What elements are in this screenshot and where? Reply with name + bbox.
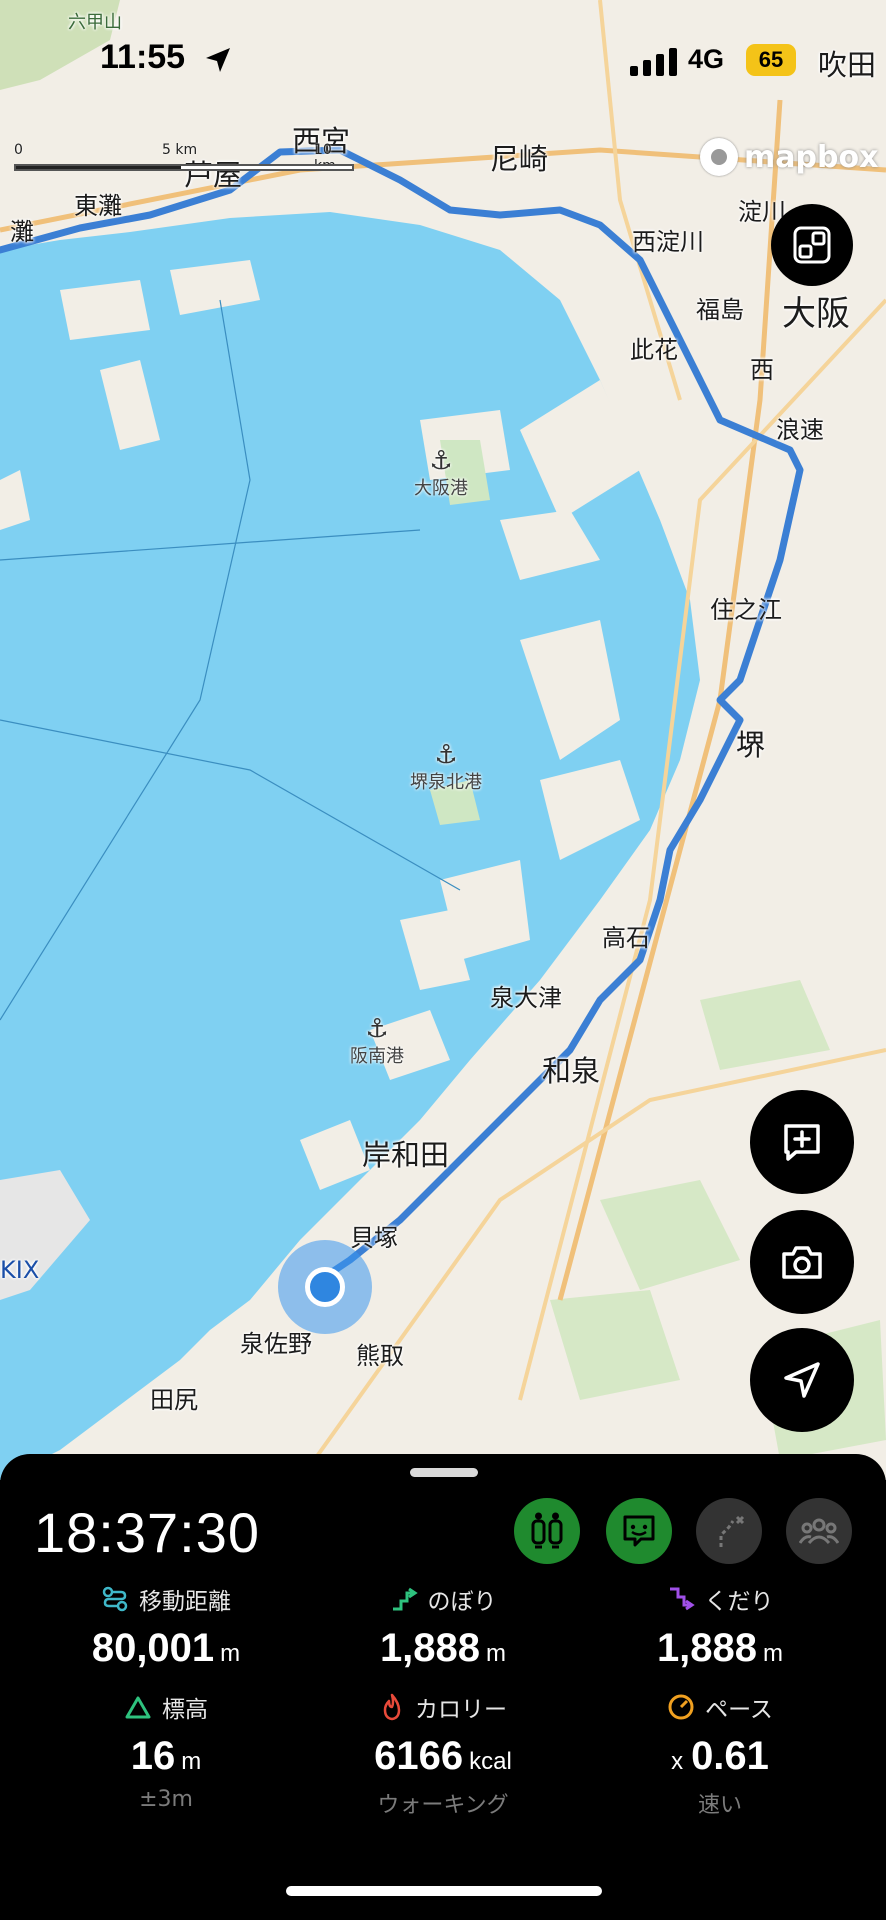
stat-label: のぼり — [427, 1589, 497, 1615]
add-memo-button[interactable] — [750, 1090, 854, 1194]
stat-unit: kcal — [469, 1748, 512, 1775]
map-view[interactable]: 六甲山 灘 東灘 芦屋 西宮 尼崎 吹田 淀川 西淀川 福島 大阪 此花 西 浪… — [0, 0, 886, 1480]
place-label: 泉大津 — [490, 984, 562, 1012]
place-label: 岸和田 — [362, 1138, 450, 1172]
stat-accuracy: ±3m — [139, 1787, 193, 1812]
stat-value: 6166 — [374, 1734, 464, 1778]
stat-elevation: 標高 16 m ±3m — [36, 1690, 296, 1812]
stat-value: 0.61 — [691, 1734, 769, 1778]
airport-label: KIX — [0, 1256, 40, 1284]
drag-handle[interactable] — [410, 1468, 478, 1477]
place-label: 堺 — [736, 728, 766, 762]
place-label: 西淀川 — [632, 228, 704, 256]
stat-unit: m — [181, 1748, 202, 1775]
stat-label: くだり — [704, 1589, 774, 1615]
chat-bubble-icon — [623, 1515, 655, 1547]
flame-icon — [383, 1693, 401, 1721]
place-label: 西 — [750, 356, 774, 384]
navigation-arrow-icon — [784, 1362, 820, 1398]
stat-unit: m — [220, 1640, 241, 1667]
port-marker: ⚓ 阪南港 — [350, 1014, 404, 1067]
mapbox-logo-icon — [700, 138, 738, 176]
home-indicator[interactable] — [286, 1886, 602, 1896]
group-button[interactable] — [786, 1498, 852, 1564]
place-label: 和泉 — [542, 1054, 601, 1088]
chat-mode-button[interactable] — [606, 1498, 672, 1564]
stat-label: 移動距離 — [139, 1589, 231, 1615]
pace-rating: 速い — [697, 1793, 742, 1818]
activity-panel[interactable]: 18:37:30 移動距離 80,001 m のぼり 1,888 m くだり 1… — [0, 1454, 886, 1920]
stat-value: 1,888 — [379, 1626, 481, 1670]
descent-icon — [669, 1587, 695, 1611]
walking-party-icon — [531, 1512, 563, 1549]
place-label: 貝塚 — [350, 1224, 398, 1252]
scale-label: 5 km — [162, 142, 198, 158]
stat-value: 1,888 — [656, 1626, 758, 1670]
place-label: 住之江 — [710, 596, 782, 624]
anchor-icon: ⚓ — [429, 446, 453, 476]
map-scale: 0 5 km 10 km — [14, 142, 354, 174]
fit-bounds-icon — [793, 226, 831, 264]
camera-icon — [782, 1246, 822, 1279]
camera-button[interactable] — [750, 1210, 854, 1314]
place-label: 灘 — [10, 218, 34, 246]
stat-distance: 移動距離 80,001 m — [36, 1582, 296, 1671]
ascent-icon — [392, 1587, 418, 1611]
place-label: 東灘 — [74, 192, 122, 220]
status-time: 11:55 — [100, 38, 186, 76]
scale-label: 0 — [14, 142, 23, 158]
anchor-icon: ⚓ — [434, 740, 458, 770]
stat-unit: m — [486, 1640, 507, 1667]
stat-value: 80,001 — [91, 1626, 215, 1670]
mountain-icon — [125, 1696, 151, 1719]
group-icon — [799, 1518, 839, 1545]
stat-calories: カロリー 6166 kcal ウォーキング — [313, 1690, 573, 1819]
port-marker: ⚓ 堺泉北港 — [410, 740, 482, 793]
speedometer-icon — [668, 1694, 694, 1720]
activity-type: ウォーキング — [377, 1793, 509, 1818]
place-label: 熊取 — [356, 1342, 404, 1370]
stat-ascent: のぼり 1,888 m — [313, 1582, 573, 1671]
elapsed-time: 18:37:30 — [34, 1501, 260, 1564]
port-marker: ⚓ 大阪港 — [414, 446, 468, 499]
stat-prefix: x — [671, 1748, 684, 1775]
current-location-marker — [278, 1240, 372, 1334]
place-label: 此花 — [630, 336, 678, 364]
place-label: 田尻 — [150, 1386, 198, 1414]
place-label: 高石 — [602, 924, 650, 952]
place-label: 尼崎 — [490, 142, 549, 176]
route-distance-icon — [102, 1586, 128, 1612]
signal-icon — [630, 48, 677, 76]
place-label: 大阪 — [782, 294, 850, 334]
place-label: 泉佐野 — [240, 1330, 312, 1358]
off-route-alert-button[interactable] — [696, 1498, 762, 1564]
place-label: 福島 — [696, 296, 744, 324]
stat-label: ペース — [705, 1697, 773, 1723]
stat-label: カロリー — [415, 1697, 507, 1723]
stat-unit: m — [763, 1640, 784, 1667]
fit-route-button[interactable] — [771, 204, 853, 286]
stat-descent: くだり 1,888 m — [590, 1582, 850, 1671]
party-mode-button[interactable] — [514, 1498, 580, 1564]
locate-me-button[interactable] — [750, 1328, 854, 1432]
add-note-icon — [784, 1124, 820, 1161]
status-bar: 11:55 4G 65 — [0, 0, 886, 120]
off-route-icon — [719, 1515, 745, 1547]
battery-level: 65 — [746, 44, 796, 76]
network-type: 4G — [688, 44, 725, 74]
stat-pace: ペース x 0.61 速い — [590, 1690, 850, 1819]
stat-label: 標高 — [162, 1697, 208, 1723]
anchor-icon: ⚓ — [365, 1014, 389, 1044]
place-label: 浪速 — [776, 416, 824, 444]
location-services-icon — [206, 48, 230, 72]
stat-value: 16 — [130, 1734, 176, 1778]
mapbox-attribution[interactable]: mapbox — [700, 138, 878, 176]
